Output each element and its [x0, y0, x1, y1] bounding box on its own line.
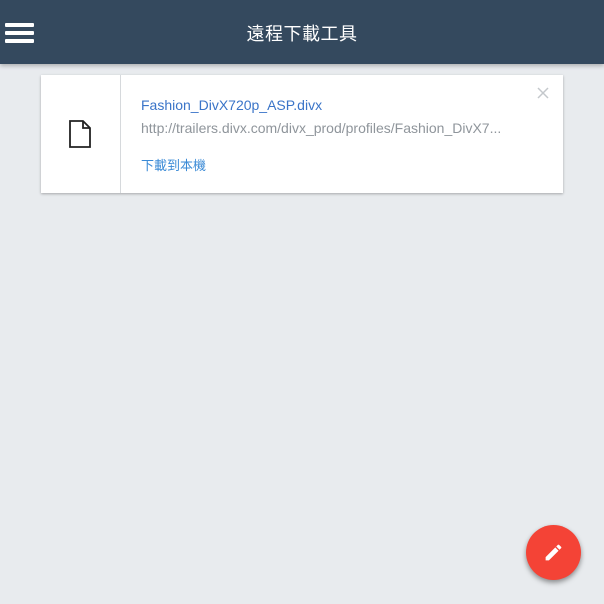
pencil-icon	[545, 544, 562, 561]
file-url: http://trailers.divx.com/divx_prod/profi…	[141, 120, 502, 136]
close-icon[interactable]	[535, 85, 551, 101]
page-title: 遠程下載工具	[246, 24, 358, 44]
download-card: Fashion_DivX720p_ASP.divx http://trailer…	[41, 75, 563, 193]
top-app-bar: 遠程下載工具	[0, 0, 604, 64]
file-name-link[interactable]: Fashion_DivX720p_ASP.divx	[141, 97, 322, 113]
file-icon-cell	[41, 75, 121, 193]
app-root: 遠程下載工具 Fashion_DivX720p_ASP.divx http://…	[0, 0, 604, 604]
download-card-body: Fashion_DivX720p_ASP.divx http://trailer…	[141, 75, 523, 193]
file-icon	[69, 120, 91, 148]
edit-fab-button[interactable]	[526, 525, 581, 580]
download-to-local-link[interactable]: 下載到本機	[141, 155, 206, 174]
